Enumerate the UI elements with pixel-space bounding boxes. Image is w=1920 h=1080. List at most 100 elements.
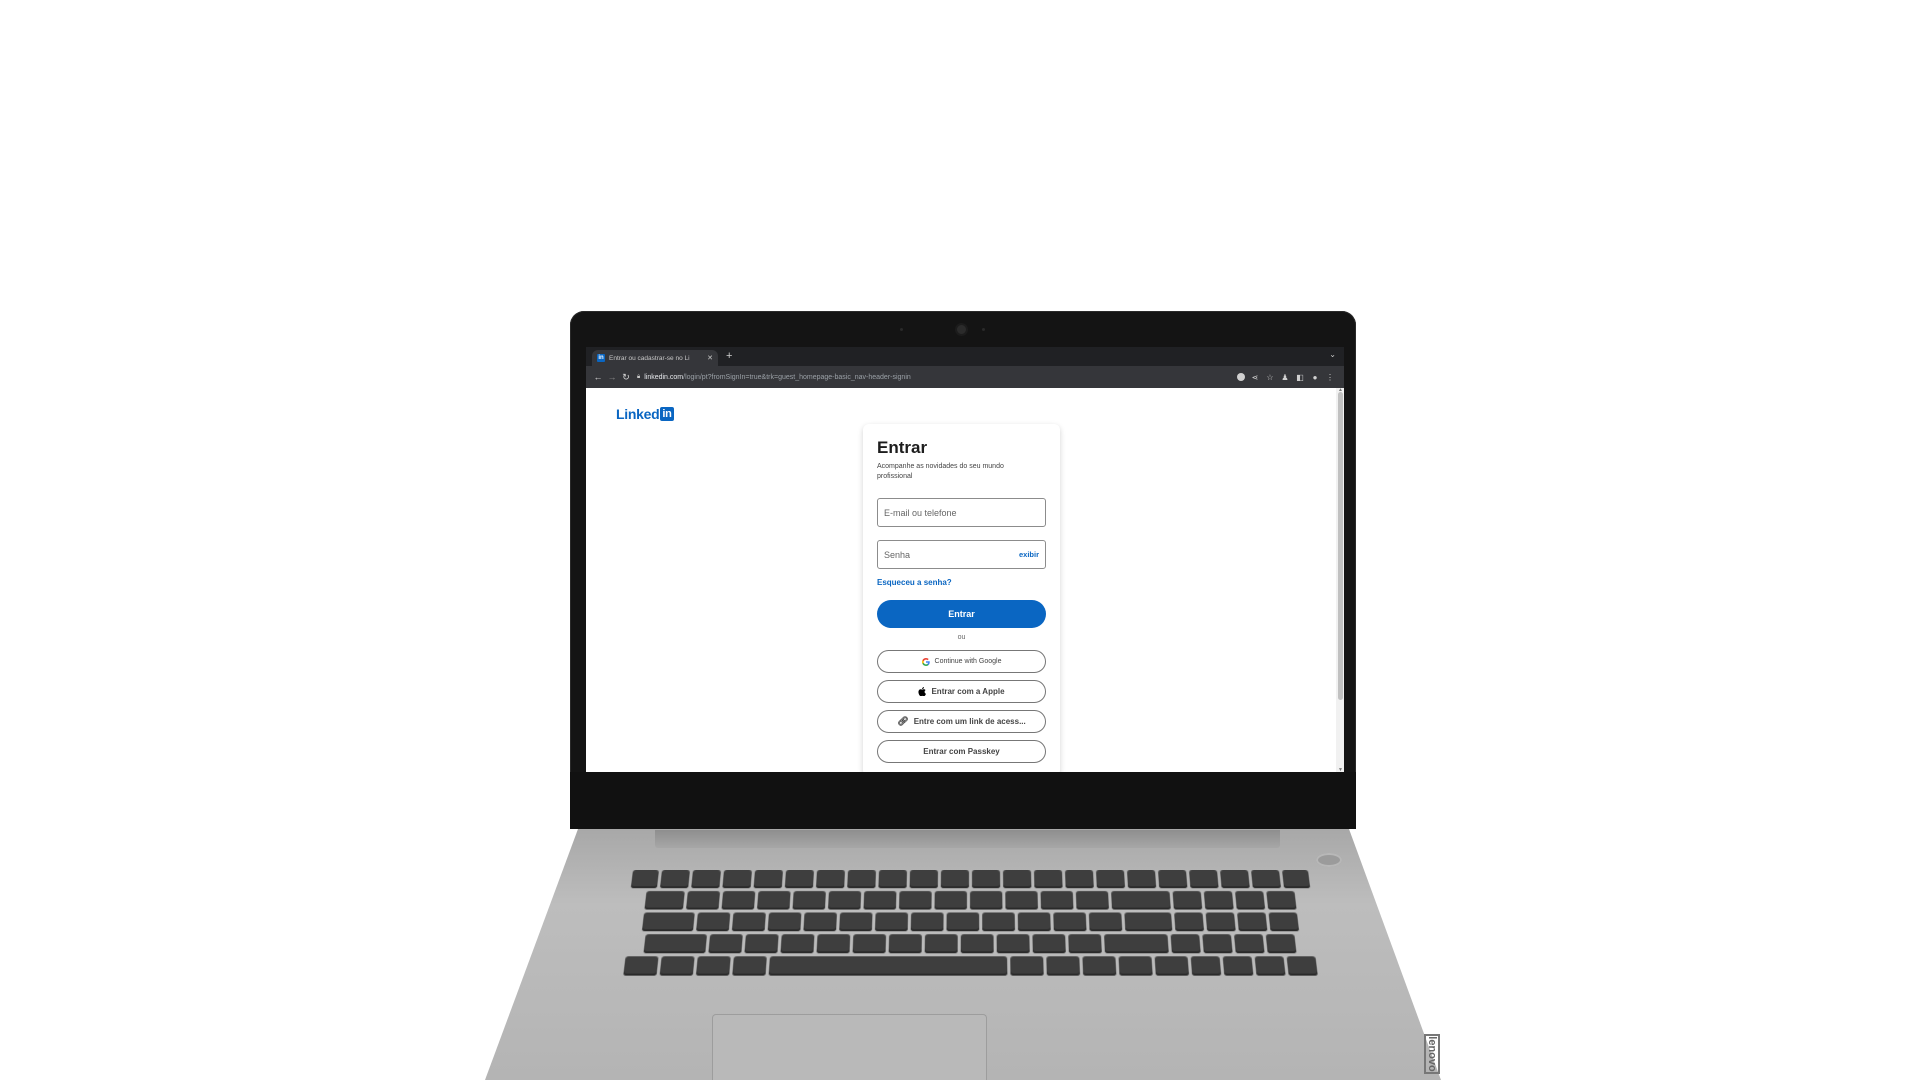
share-icon[interactable]: ⋖	[1250, 373, 1260, 382]
key[interactable]	[909, 870, 937, 888]
key[interactable]	[1075, 891, 1108, 909]
key[interactable]	[1158, 870, 1187, 888]
lock-icon[interactable]: 🔒︎	[637, 374, 640, 381]
key[interactable]	[708, 934, 742, 953]
key[interactable]	[847, 870, 876, 888]
key[interactable]	[815, 870, 844, 888]
password-field[interactable]: Senha exibir	[877, 540, 1046, 569]
key[interactable]	[925, 934, 958, 953]
key[interactable]	[756, 891, 790, 909]
key[interactable]	[863, 891, 896, 909]
menu-icon[interactable]: ⋮	[1325, 373, 1335, 382]
linkedin-logo[interactable]: Linked in	[616, 406, 674, 422]
key[interactable]	[784, 870, 813, 888]
key[interactable]	[1082, 956, 1116, 975]
google-sign-in-button[interactable]: Continue with Google	[877, 650, 1046, 673]
key[interactable]	[940, 870, 968, 888]
google-lens-icon[interactable]	[1237, 373, 1245, 381]
profile-icon[interactable]: ●	[1310, 373, 1320, 382]
key[interactable]	[1286, 956, 1317, 975]
key[interactable]	[659, 870, 689, 888]
key[interactable]	[1053, 912, 1086, 931]
key[interactable]	[722, 870, 752, 888]
key[interactable]	[641, 912, 694, 931]
scrollbar-thumb[interactable]	[1338, 392, 1343, 700]
key[interactable]	[1172, 891, 1202, 909]
key[interactable]	[1266, 891, 1296, 909]
spacebar-key[interactable]	[768, 956, 1007, 975]
key[interactable]	[1017, 912, 1050, 931]
key[interactable]	[972, 870, 1000, 888]
key[interactable]	[961, 934, 994, 953]
passkey-button[interactable]: Entrar com Passkey	[877, 740, 1046, 763]
key[interactable]	[1032, 934, 1065, 953]
key[interactable]	[1237, 912, 1267, 931]
tab-search-chevron-icon[interactable]: ⌄	[1329, 350, 1336, 359]
key[interactable]	[874, 912, 907, 931]
key[interactable]	[721, 891, 755, 909]
key[interactable]	[898, 891, 931, 909]
key[interactable]	[878, 870, 907, 888]
key[interactable]	[1222, 956, 1253, 975]
key[interactable]	[969, 891, 1001, 909]
key[interactable]	[1189, 870, 1219, 888]
key[interactable]	[803, 912, 837, 931]
browser-tab[interactable]: in Entrar ou cadastrar-se no Li ✕	[592, 350, 718, 366]
key[interactable]	[1190, 956, 1221, 975]
key[interactable]	[1282, 870, 1310, 888]
key[interactable]	[1010, 956, 1043, 975]
key[interactable]	[827, 891, 860, 909]
key[interactable]	[1171, 934, 1201, 953]
email-field[interactable]: E-mail ou telefone	[877, 498, 1046, 527]
power-button[interactable]	[1316, 853, 1342, 867]
key[interactable]	[1040, 891, 1073, 909]
key[interactable]	[982, 912, 1015, 931]
key[interactable]	[1154, 956, 1188, 975]
key[interactable]	[780, 934, 814, 953]
key[interactable]	[853, 934, 887, 953]
key[interactable]	[839, 912, 872, 931]
key[interactable]	[1068, 934, 1102, 953]
key[interactable]	[1111, 891, 1171, 909]
key[interactable]	[753, 870, 782, 888]
key[interactable]	[744, 934, 778, 953]
key[interactable]	[1174, 912, 1204, 931]
side-panel-icon[interactable]: ◧	[1295, 373, 1305, 382]
key[interactable]	[910, 912, 943, 931]
key[interactable]	[644, 891, 684, 909]
key[interactable]	[1220, 870, 1250, 888]
key[interactable]	[659, 956, 694, 975]
show-password-button[interactable]: exibir	[1019, 550, 1039, 559]
key[interactable]	[685, 891, 719, 909]
key[interactable]	[792, 891, 825, 909]
key[interactable]	[1203, 891, 1233, 909]
key[interactable]	[934, 891, 966, 909]
key[interactable]	[1251, 870, 1281, 888]
key[interactable]	[997, 934, 1030, 953]
key[interactable]	[889, 934, 922, 953]
apple-sign-in-button[interactable]: Entrar com a Apple	[877, 680, 1046, 703]
key[interactable]	[695, 956, 730, 975]
key[interactable]	[1254, 956, 1285, 975]
key[interactable]	[1046, 956, 1080, 975]
forward-arrow-icon[interactable]: →	[605, 372, 619, 382]
key[interactable]	[1005, 891, 1038, 909]
key[interactable]	[696, 912, 730, 931]
key[interactable]	[1268, 912, 1299, 931]
key[interactable]	[1034, 870, 1063, 888]
sign-in-button[interactable]: Entrar	[877, 600, 1046, 628]
close-icon[interactable]: ✕	[707, 354, 713, 362]
extensions-icon[interactable]: ♟	[1280, 373, 1290, 382]
touchpad[interactable]	[712, 1014, 987, 1080]
key[interactable]	[1127, 870, 1156, 888]
key[interactable]	[731, 912, 765, 931]
address-bar[interactable]: 🔒︎ linkedin.com /login/pt?fromSignIn=tru…	[637, 370, 1237, 385]
key[interactable]	[1234, 934, 1265, 953]
key[interactable]	[1003, 870, 1031, 888]
key[interactable]	[946, 912, 979, 931]
key[interactable]	[1104, 934, 1169, 953]
reload-icon[interactable]: ↻	[619, 372, 633, 383]
key[interactable]	[1096, 870, 1125, 888]
key[interactable]	[1266, 934, 1297, 953]
key[interactable]	[1202, 934, 1232, 953]
